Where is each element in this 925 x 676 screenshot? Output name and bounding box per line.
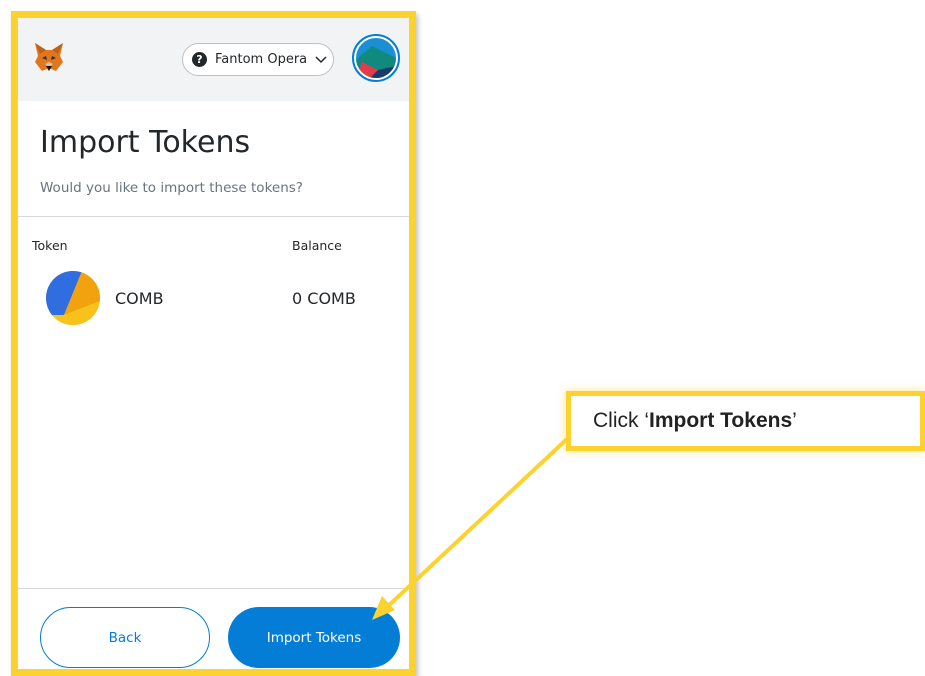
page-title: Import Tokens — [40, 125, 251, 160]
callout-prefix: Click ‘ — [593, 409, 649, 432]
token-column-header: Token — [32, 238, 68, 253]
account-avatar[interactable] — [352, 34, 400, 82]
callout-suffix: ’ — [792, 409, 797, 432]
instruction-callout: Click ‘Import Tokens’ — [566, 391, 925, 451]
comb-token-icon — [46, 271, 100, 325]
account-avatar-icon — [356, 38, 396, 78]
balance-column-header: Balance — [292, 238, 342, 253]
metamask-fox-icon[interactable] — [32, 40, 66, 74]
page-subtitle: Would you like to import these tokens? — [40, 180, 303, 196]
import-tokens-button[interactable]: Import Tokens — [228, 607, 400, 668]
token-name: COMB — [115, 289, 164, 308]
callout-bold-text: Import Tokens — [649, 409, 793, 432]
chevron-down-icon — [315, 55, 327, 63]
header-divider — [18, 216, 409, 217]
footer-divider — [18, 588, 409, 589]
help-icon: ? — [192, 52, 207, 67]
back-button[interactable]: Back — [40, 607, 210, 668]
wallet-popup: ? Fantom Opera Import Tokens Would you l… — [11, 11, 416, 676]
token-balance: 0 COMB — [292, 289, 356, 308]
network-selector[interactable]: ? Fantom Opera — [182, 43, 334, 76]
app-header: ? Fantom Opera — [18, 18, 409, 101]
network-label: Fantom Opera — [215, 52, 308, 67]
